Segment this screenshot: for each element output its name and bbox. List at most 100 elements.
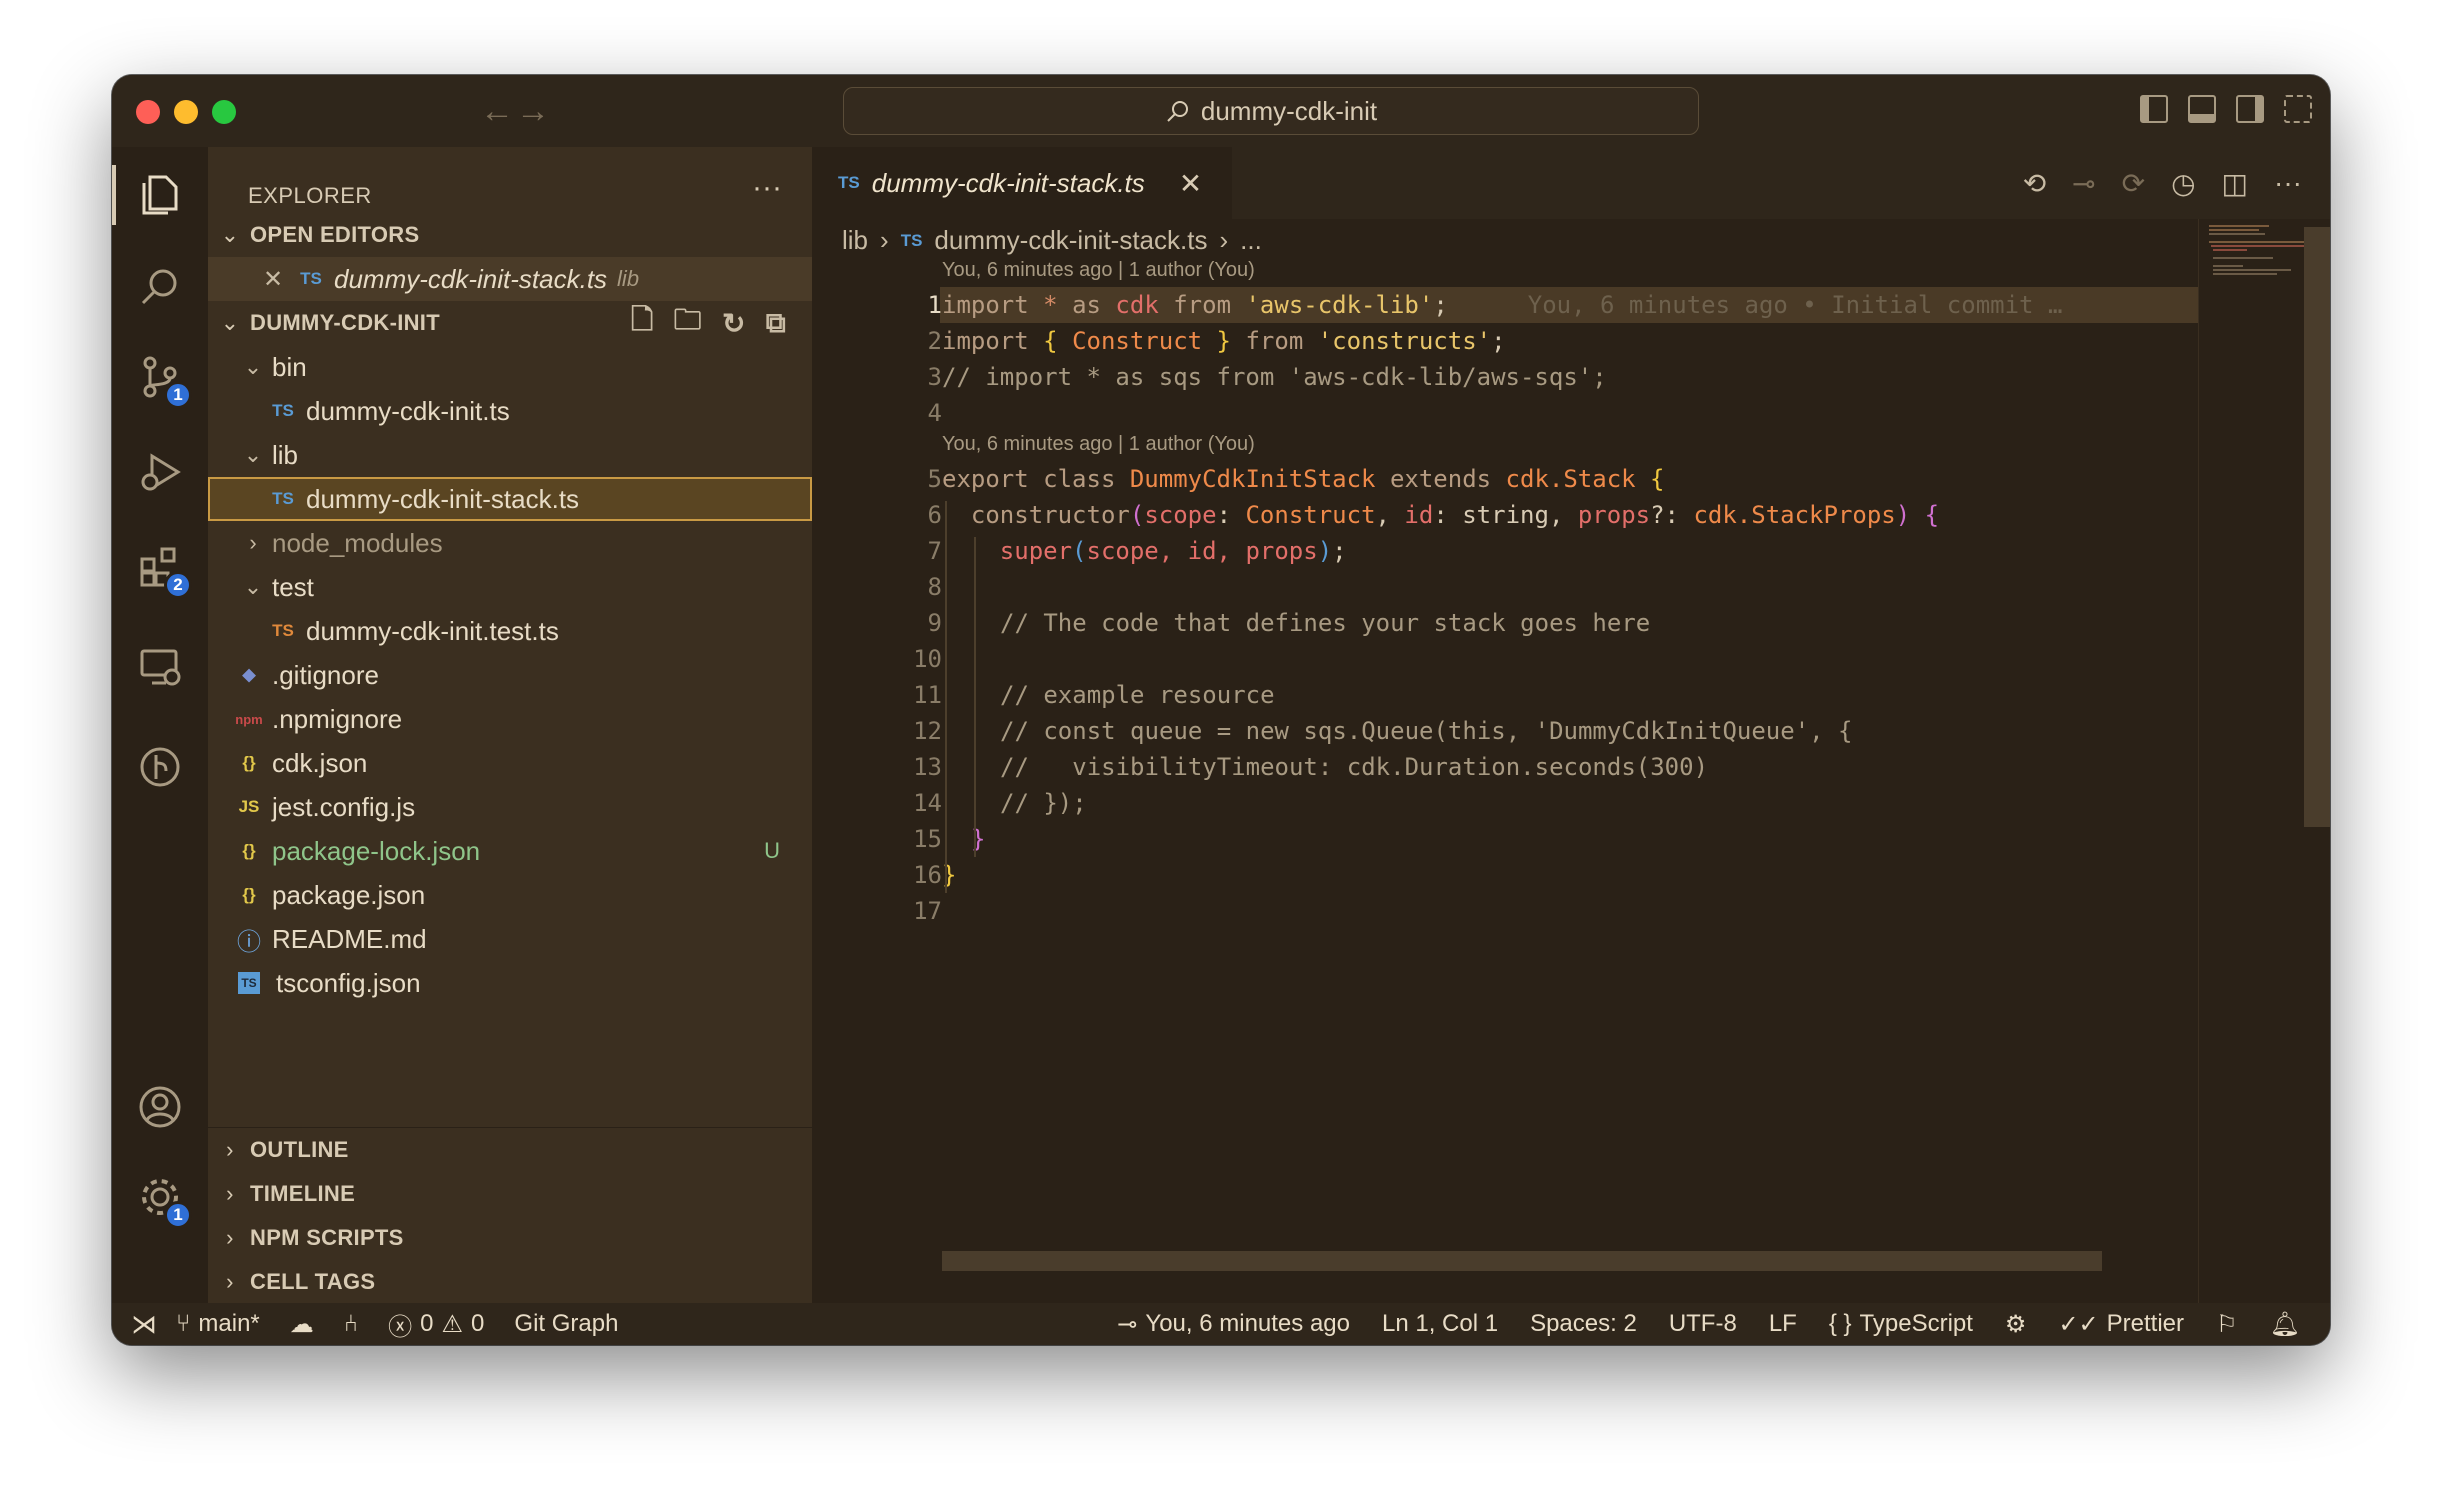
cell-tags-section[interactable]: › CELL TAGS — [208, 1260, 812, 1304]
new-file-icon[interactable]: 🗋 — [631, 299, 654, 347]
encoding-status[interactable]: UTF-8 — [1669, 1310, 1737, 1338]
code-line: // }); — [1000, 789, 1087, 817]
blame-status[interactable]: ⊸ You, 6 minutes ago — [1117, 1310, 1350, 1339]
json-file-icon: {} — [242, 885, 256, 904]
explorer-icon[interactable] — [112, 155, 208, 235]
new-folder-icon[interactable]: 🗀 — [674, 299, 702, 347]
accounts-broadcast-icon[interactable]: ⚐ — [2216, 1310, 2238, 1339]
tree-file[interactable]: {} package-lock.json U — [208, 829, 812, 873]
remote-explorer-icon[interactable] — [112, 627, 208, 707]
line-number: 13 — [913, 753, 942, 781]
vertical-scrollbar[interactable] — [2304, 227, 2330, 827]
extensions-icon[interactable]: 2 — [112, 527, 208, 607]
tab-dummy-cdk-init-stack[interactable]: TS dummy-cdk-init-stack.ts ✕ — [812, 147, 1232, 219]
close-window-button[interactable] — [136, 100, 160, 124]
breadcrumb-file[interactable]: dummy-cdk-init-stack.ts — [934, 225, 1207, 256]
codelens-author[interactable]: You, 6 minutes ago | 1 author (You) — [942, 433, 1255, 456]
status-bar: ⋊ ⑂ main* ☁ ⑃ ⓧ 0 ⚠ 0 Git Graph ⊸ You, 6… — [112, 1303, 2330, 1345]
editor-actions: ⟲ ⊸ ⟳ ◷ ◫ ··· — [2023, 167, 2302, 200]
eol-status[interactable]: LF — [1769, 1310, 1797, 1338]
refresh-icon[interactable]: ↻ — [722, 307, 746, 340]
toggle-panel-icon[interactable] — [2188, 95, 2216, 123]
open-editor-item[interactable]: ✕ TS dummy-cdk-init-stack.ts lib — [208, 257, 812, 301]
tree-file[interactable]: {} package.json — [208, 873, 812, 917]
zoom-window-button[interactable] — [212, 100, 236, 124]
typescript-file-icon: TS — [300, 269, 322, 288]
close-icon[interactable]: ✕ — [258, 265, 288, 294]
customize-layout-icon[interactable] — [2284, 95, 2312, 123]
git-graph-button[interactable]: Git Graph — [514, 1310, 618, 1338]
tree-file[interactable]: TS dummy-cdk-init.ts — [208, 389, 812, 433]
code-line: // example resource — [1000, 681, 1275, 709]
open-changes-icon[interactable]: ⟲ — [2023, 167, 2046, 200]
code-line: import * as cdk from 'aws-cdk-lib'; You, … — [942, 291, 2063, 319]
breadcrumb-symbol[interactable]: ... — [1240, 225, 1262, 256]
tree-file[interactable]: TS dummy-cdk-init.test.ts — [208, 609, 812, 653]
notifications-bell-icon[interactable]: 🔔︎ — [2270, 1310, 2300, 1339]
tree-file[interactable]: JS jest.config.js — [208, 785, 812, 829]
open-editors-header[interactable]: ⌄ OPEN EDITORS — [208, 213, 812, 257]
line-number: 6 — [927, 501, 942, 529]
settings-gear-icon[interactable]: 1 — [112, 1157, 208, 1237]
commit-icon: ⊸ — [1117, 1310, 1138, 1338]
git-history-icon[interactable]: ◷ — [2171, 167, 2195, 200]
timeline-section[interactable]: › TIMELINE — [208, 1172, 812, 1216]
source-control-graph-icon[interactable]: ⑃ — [344, 1310, 358, 1338]
codelens-author[interactable]: You, 6 minutes ago | 1 author (You) — [942, 259, 1255, 282]
tree-file-selected[interactable]: TS dummy-cdk-init-stack.ts — [208, 477, 812, 521]
indentation-status[interactable]: Spaces: 2 — [1530, 1310, 1637, 1338]
prettier-status[interactable]: ✓✓ Prettier — [2058, 1310, 2184, 1339]
more-actions-icon[interactable]: ··· — [752, 171, 782, 205]
previous-change-icon[interactable]: ⊸ — [2072, 167, 2095, 200]
source-control-icon[interactable]: 1 — [112, 337, 208, 417]
more-actions-icon[interactable]: ··· — [2274, 167, 2302, 200]
search-icon[interactable] — [112, 247, 208, 327]
typescript-file-icon: TS — [272, 489, 294, 508]
indent-guide — [945, 501, 947, 893]
indent-guide — [974, 537, 976, 857]
tree-file[interactable]: {} cdk.json — [208, 741, 812, 785]
info-icon: ⓘ — [237, 928, 261, 956]
cursor-position[interactable]: Ln 1, Col 1 — [1382, 1310, 1498, 1338]
tree-folder-node-modules[interactable]: › node_modules — [208, 521, 812, 565]
tree-folder-bin[interactable]: ⌄ bin — [208, 345, 812, 389]
horizontal-scrollbar[interactable] — [942, 1251, 2102, 1271]
line-number: 11 — [913, 681, 942, 709]
problems-status[interactable]: ⓧ 0 ⚠ 0 — [388, 1307, 484, 1342]
collapse-all-icon[interactable]: ⧉ — [766, 307, 786, 340]
open-editor-folder: lib — [617, 266, 640, 291]
sync-icon[interactable]: ☁ — [290, 1310, 314, 1339]
split-editor-icon[interactable]: ◫ — [2222, 167, 2248, 200]
toggle-secondary-sidebar-icon[interactable] — [2236, 95, 2264, 123]
error-icon: ⓧ — [388, 1313, 413, 1341]
code-line: // import * as sqs from 'aws-cdk-lib/aws… — [942, 363, 1607, 391]
git-graph-icon[interactable] — [112, 727, 208, 807]
minimize-window-button[interactable] — [174, 100, 198, 124]
tree-folder-test[interactable]: ⌄ test — [208, 565, 812, 609]
run-debug-icon[interactable] — [112, 432, 208, 512]
project-folder-header[interactable]: ⌄ DUMMY-CDK-INIT 🗋 🗀 ↻ ⧉ — [208, 301, 812, 345]
feedback-gear-icon[interactable]: ⚙ — [2005, 1310, 2027, 1339]
accounts-icon[interactable] — [112, 1067, 208, 1147]
toggle-primary-sidebar-icon[interactable] — [2140, 95, 2168, 123]
breadcrumb-folder[interactable]: lib — [842, 225, 868, 256]
tree-file[interactable]: ⓘ README.md — [208, 917, 812, 961]
tree-folder-lib[interactable]: ⌄ lib — [208, 433, 812, 477]
forward-arrow-icon[interactable]: → — [516, 91, 550, 131]
open-editor-name: dummy-cdk-init-stack.ts — [334, 263, 608, 294]
tree-file[interactable]: ◆ .gitignore — [208, 653, 812, 697]
chevron-right-icon: › — [1219, 225, 1229, 255]
next-change-icon[interactable]: ⟳ — [2122, 167, 2145, 200]
branch-status[interactable]: ⑂ main* — [176, 1310, 260, 1338]
npm-scripts-section[interactable]: › NPM SCRIPTS — [208, 1216, 812, 1260]
language-mode[interactable]: { } TypeScript — [1829, 1310, 1973, 1338]
outline-section[interactable]: › OUTLINE — [208, 1128, 812, 1172]
back-arrow-icon[interactable]: ← — [480, 91, 514, 131]
close-tab-icon[interactable]: ✕ — [1179, 167, 1202, 200]
code-line: constructor(scope: Construct, id: string… — [970, 501, 1940, 529]
tree-file[interactable]: npm .npmignore — [208, 697, 812, 741]
command-center-search[interactable]: dummy-cdk-init — [843, 87, 1699, 135]
line-number: 9 — [927, 609, 942, 637]
remote-indicator-icon[interactable]: ⋊ — [112, 1303, 176, 1345]
tree-file[interactable]: TS tsconfig.json — [208, 961, 812, 1005]
